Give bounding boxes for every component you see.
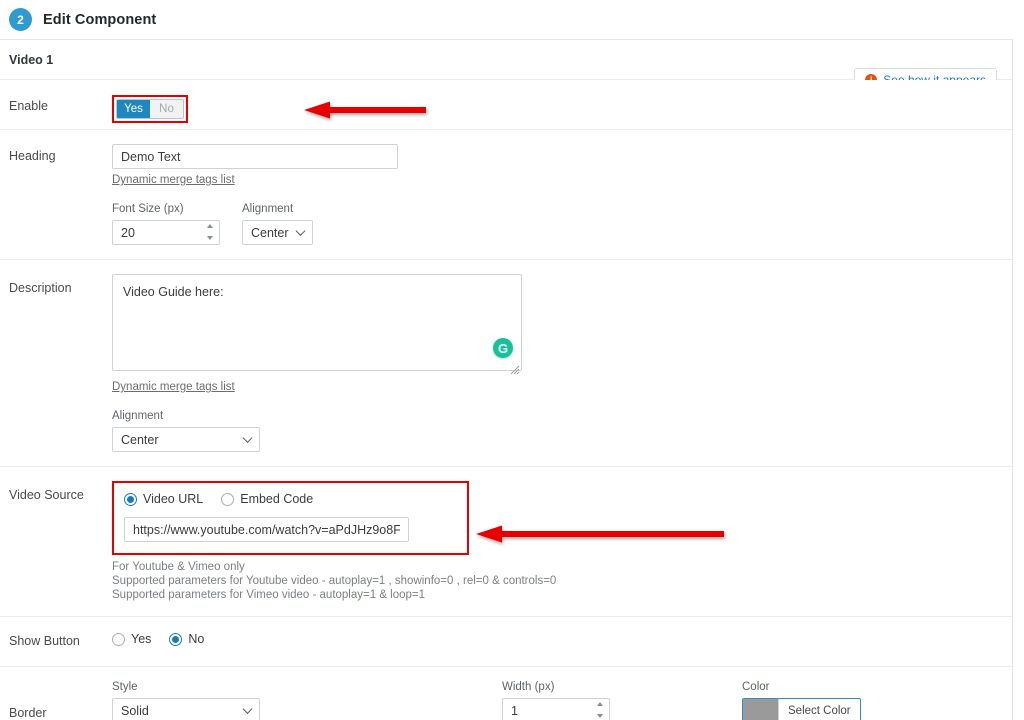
chevron-down-icon <box>242 432 253 443</box>
description-label: Description <box>9 281 72 295</box>
description-alignment-label: Alignment <box>112 410 164 422</box>
border-width-field: Width (px) <box>502 681 742 720</box>
grammarly-icon[interactable]: G <box>493 338 513 358</box>
border-style-field: Style Solid <box>112 681 502 720</box>
annotation-arrow-video-source <box>476 523 724 545</box>
enable-row: Enable Yes No <box>0 80 1012 130</box>
form-body: Video 1 ! See how it appears Enable Yes … <box>0 40 1013 720</box>
show-button-option-no[interactable]: No <box>169 632 204 646</box>
radio-icon-checked[interactable] <box>124 492 137 506</box>
video-source-option-embed-code[interactable]: Embed Code <box>221 492 313 506</box>
video-source-help-text: For Youtube & Vimeo only Supported param… <box>112 560 1003 602</box>
step-number-badge: 2 <box>9 8 32 31</box>
enable-toggle[interactable]: Yes No <box>116 99 184 119</box>
color-swatch <box>743 699 779 720</box>
chevron-down-icon <box>242 703 253 714</box>
heading-row: Heading Dynamic merge tags list Font Siz… <box>0 130 1012 260</box>
show-button-option-yes[interactable]: Yes <box>112 632 151 646</box>
show-button-option-label: No <box>188 632 205 647</box>
select-color-label: Select Color <box>788 704 851 717</box>
enable-toggle-yes[interactable]: Yes <box>117 100 150 118</box>
video-source-option-video-url[interactable]: Video URL <box>124 492 203 506</box>
video-source-row: Video Source Video URL Embed Code https:… <box>0 467 1012 618</box>
heading-alignment-value: Center <box>251 225 289 240</box>
page-header: 2 Edit Component <box>0 0 1013 40</box>
radio-icon[interactable] <box>221 492 235 506</box>
heading-label: Heading <box>9 149 56 163</box>
radio-icon[interactable] <box>112 632 125 646</box>
video-source-option-label: Embed Code <box>240 492 314 506</box>
border-width-label: Width (px) <box>502 681 555 694</box>
heading-alignment-label: Alignment <box>242 203 294 215</box>
font-size-label: Font Size (px) <box>112 203 184 215</box>
show-button-row: Show Button Yes No <box>0 617 1012 668</box>
video-source-highlight: Video URL Embed Code <box>112 481 469 555</box>
stepper-up-icon[interactable] <box>596 702 603 707</box>
page-title: Edit Component <box>43 11 157 28</box>
help-line: Supported parameters for Youtube video -… <box>112 575 557 588</box>
description-alignment-select[interactable]: Center <box>112 427 260 452</box>
heading-alignment-field: Alignment Center <box>242 203 313 245</box>
chevron-down-icon <box>295 225 306 236</box>
annotation-arrow-enable <box>304 99 426 121</box>
enable-label: Enable <box>9 99 48 113</box>
description-alignment-field: Alignment Center <box>112 410 260 452</box>
video-source-option-label: Video URL <box>143 492 204 506</box>
section-title: Video 1 <box>9 52 54 67</box>
section-title-row: Video 1 ! See how it appears <box>0 40 1012 92</box>
textarea-resize-handle[interactable] <box>508 362 520 375</box>
border-style-value: Solid <box>121 703 149 718</box>
stepper-down-icon[interactable] <box>596 714 603 719</box>
border-color-label: Color <box>742 681 770 694</box>
heading-alignment-select[interactable]: Center <box>242 220 313 245</box>
stepper-up-icon[interactable] <box>206 224 213 228</box>
font-size-stepper[interactable] <box>204 224 215 240</box>
radio-icon-checked[interactable] <box>169 632 183 646</box>
show-button-label: Show Button <box>9 634 80 649</box>
stepper-down-icon[interactable] <box>206 236 213 240</box>
description-textarea[interactable]: Video Guide here: <box>112 274 522 371</box>
description-merge-tags-link[interactable]: Dynamic merge tags list <box>112 381 235 393</box>
border-style-select[interactable]: Solid <box>112 698 260 720</box>
description-row: Description Video Guide here: G Dynamic … <box>0 260 1012 467</box>
border-style-label: Style <box>112 681 138 694</box>
description-alignment-value: Center <box>121 432 159 447</box>
heading-merge-tags-link[interactable]: Dynamic merge tags list <box>112 174 235 186</box>
select-color-button[interactable]: Select Color <box>742 698 861 720</box>
border-row: Border Style Solid Width (px) 1 Color Se… <box>0 667 1012 720</box>
border-label: Border <box>9 706 47 720</box>
enable-toggle-no[interactable]: No <box>150 100 183 118</box>
heading-input[interactable] <box>112 144 398 169</box>
help-line: Supported parameters for Vimeo video - a… <box>112 589 426 602</box>
video-url-input[interactable] <box>124 517 409 542</box>
border-width-stepper[interactable] <box>594 702 605 719</box>
enable-toggle-highlight: Yes No <box>112 95 188 123</box>
show-button-option-label: Yes <box>131 632 152 647</box>
border-color-field: Color Select Color <box>742 681 861 720</box>
video-source-label: Video Source <box>9 488 84 502</box>
edit-component-page: 2 Edit Component Video 1 ! See how it ap… <box>0 0 1024 720</box>
help-line: For Youtube & Vimeo only <box>112 561 245 573</box>
font-size-field: Font Size (px) <box>112 203 220 245</box>
